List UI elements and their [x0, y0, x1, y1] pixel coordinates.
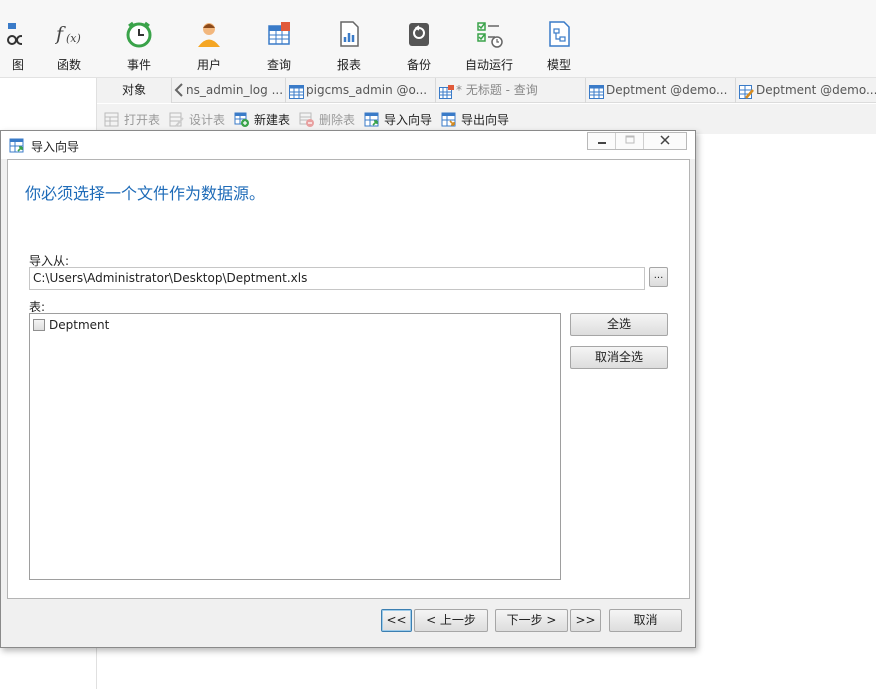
query-icon — [265, 20, 293, 48]
first-step-button[interactable]: << — [381, 609, 412, 632]
tab-pigcms-admin[interactable]: pigcms_admin @o... — [286, 78, 436, 103]
close-icon — [660, 135, 670, 145]
svg-text:f: f — [55, 23, 66, 45]
toolbar-report-button[interactable]: 报表 — [319, 18, 379, 76]
query-icon — [439, 83, 454, 99]
toolbar-user-button[interactable]: 用户 — [179, 18, 239, 76]
tab-untitled-query[interactable]: * 无标题 - 查询 — [436, 78, 586, 103]
toolbar-backup-button[interactable]: 备份 — [389, 18, 449, 76]
wizard-content-panel: 你必须选择一个文件作为数据源。 导入从: C:\Users\Administra… — [7, 159, 690, 599]
maximize-icon — [625, 135, 634, 144]
dialog-title: 导入向导 — [31, 140, 80, 154]
open-table-button[interactable]: 打开表 — [104, 112, 160, 128]
file-path-input[interactable]: C:\Users\Administrator\Desktop\Deptment.… — [29, 267, 645, 290]
table-icon — [289, 83, 304, 99]
delete-table-button[interactable]: 删除表 — [299, 112, 355, 128]
toolbar-model-button[interactable]: 模型 — [529, 18, 589, 76]
design-table-icon — [169, 112, 184, 127]
tab-objects[interactable]: 对象 — [97, 78, 172, 103]
open-table-icon — [104, 112, 119, 127]
cancel-button[interactable]: 取消 — [609, 609, 682, 632]
import-wizard-button[interactable]: 导入向导 — [364, 112, 432, 128]
last-step-button[interactable]: >> — [570, 609, 601, 632]
tab-deptment-design[interactable]: Deptment @demo... — [736, 78, 876, 103]
toolbar-function-button[interactable]: f (x) 函数 — [39, 18, 99, 76]
previous-step-button[interactable]: < 上一步 — [414, 609, 488, 632]
function-icon: f (x) — [54, 20, 83, 48]
import-wizard-icon — [364, 112, 379, 127]
maximize-button[interactable] — [616, 133, 644, 149]
minimize-icon — [597, 142, 606, 144]
main-toolbar: 图 f (x) 函数 事件 用户 查询 报表 备份 自动运行 模型 — [0, 0, 876, 78]
browse-button[interactable]: ... — [649, 267, 668, 287]
toolbar-query-button[interactable]: 查询 — [249, 18, 309, 76]
close-button[interactable] — [644, 133, 686, 149]
dialog-title-bar[interactable]: 导入向导 — [1, 131, 695, 159]
import-wizard-icon — [9, 138, 25, 153]
new-table-icon — [234, 112, 249, 127]
window-controls — [587, 132, 687, 150]
tab-ns-admin-log[interactable]: ns_admin_log ... — [172, 78, 286, 103]
event-clock-icon — [125, 20, 153, 48]
export-wizard-icon — [441, 112, 456, 127]
autorun-icon — [475, 20, 503, 48]
svg-text:(x): (x) — [66, 32, 81, 45]
model-icon — [545, 20, 573, 48]
report-icon — [335, 20, 363, 48]
table-list-item[interactable]: Deptment — [33, 318, 109, 332]
toolbar-view-button[interactable]: 图 — [0, 18, 38, 76]
next-step-button[interactable]: 下一步 > — [495, 609, 568, 632]
tab-deptment-table[interactable]: Deptment @demo... — [586, 78, 736, 103]
view-icon — [0, 20, 26, 48]
user-icon — [195, 20, 223, 48]
select-all-button[interactable]: 全选 — [570, 313, 668, 336]
backup-icon — [405, 20, 433, 48]
deselect-all-button[interactable]: 取消全选 — [570, 346, 668, 369]
table-list[interactable]: Deptment — [29, 313, 561, 580]
table-checkbox[interactable] — [33, 319, 45, 331]
table-icon — [589, 83, 604, 99]
toolbar-autorun-button[interactable]: 自动运行 — [459, 18, 519, 76]
toolbar-event-button[interactable]: 事件 — [109, 18, 169, 76]
design-table-button[interactable]: 设计表 — [169, 112, 225, 128]
design-table-icon — [739, 83, 754, 99]
delete-table-icon — [299, 112, 314, 127]
import-wizard-dialog: 导入向导 你必须选择一个文件作为数据源。 导入从: C:\Users\Admin… — [0, 130, 696, 648]
export-wizard-button[interactable]: 导出向导 — [441, 112, 509, 128]
new-table-button[interactable]: 新建表 — [234, 112, 290, 128]
minimize-button[interactable] — [588, 133, 616, 149]
tab-bar: 对象 ns_admin_log ... pigcms_admin @o... *… — [97, 78, 876, 103]
wizard-heading: 你必须选择一个文件作为数据源。 — [25, 184, 266, 203]
chevron-left-icon[interactable] — [174, 82, 184, 97]
